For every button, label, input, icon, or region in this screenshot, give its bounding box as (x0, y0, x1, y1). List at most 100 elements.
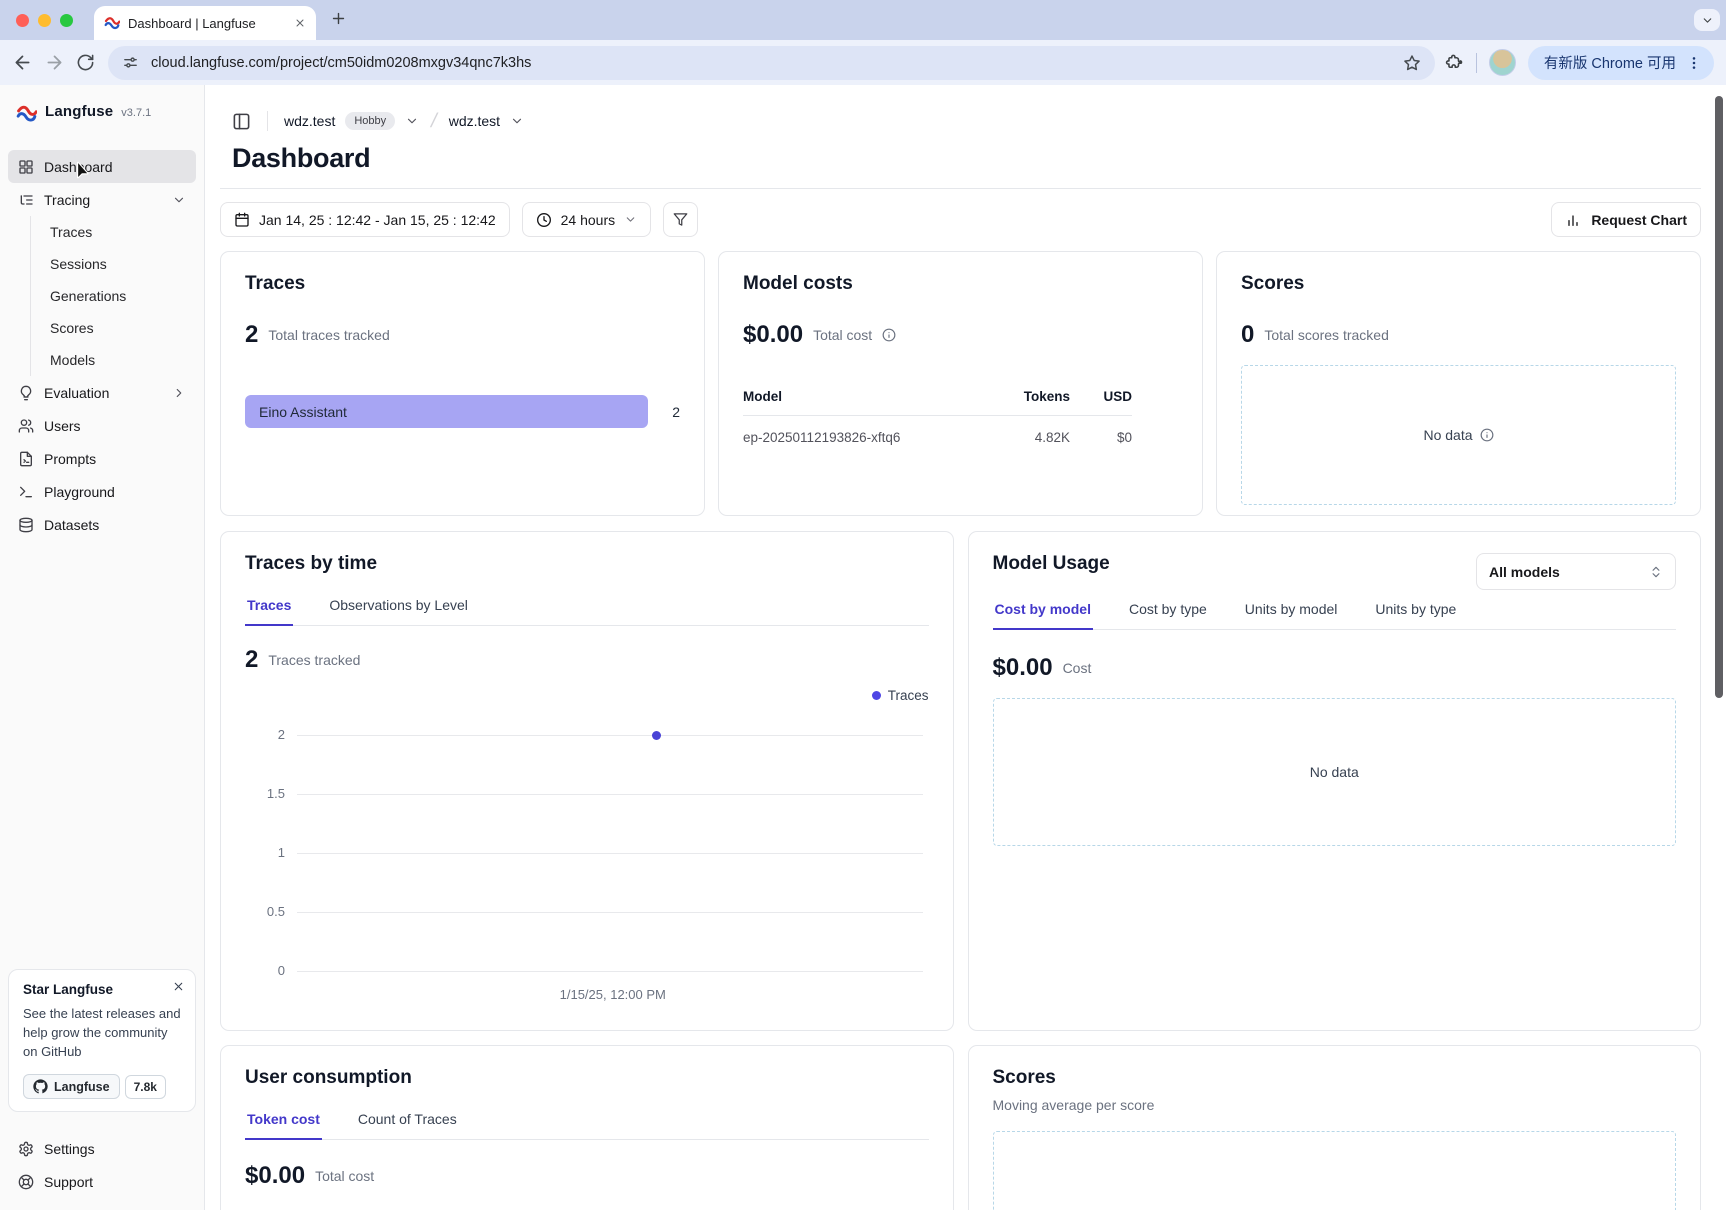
browser-tabstrip: Dashboard | Langfuse (0, 0, 1726, 40)
sidebar-item-datasets[interactable]: Datasets (8, 508, 196, 541)
back-icon[interactable] (12, 52, 34, 73)
chrome-update-button[interactable]: 有新版 Chrome 可用 (1528, 46, 1714, 80)
y-tick: 0 (245, 963, 285, 978)
stat-value: 0 (1241, 321, 1254, 349)
zoom-window-button[interactable] (60, 14, 73, 27)
sidebar-item-label: Datasets (44, 517, 99, 533)
org-name[interactable]: wdz.test (284, 113, 335, 129)
gridline (297, 853, 923, 854)
tab-units-by-type[interactable]: Units by type (1373, 592, 1458, 630)
extensions-icon[interactable] (1445, 53, 1464, 72)
browser-tab[interactable]: Dashboard | Langfuse (94, 6, 316, 40)
traces-stat: 2 Total traces tracked (245, 321, 680, 349)
plan-badge: Hobby (345, 112, 395, 130)
github-star-count[interactable]: 7.8k (125, 1075, 166, 1099)
tab-traces[interactable]: Traces (245, 588, 293, 626)
gridline (297, 971, 923, 972)
card-title: Model Usage (993, 553, 1110, 575)
reload-icon[interactable] (76, 53, 98, 72)
trace-name-label: Eino Assistant (259, 404, 347, 420)
sidebar-item-tracing[interactable]: Tracing (8, 183, 196, 216)
user-consumption-card: User consumption Token cost Count of Tra… (220, 1045, 954, 1210)
tab-search-button[interactable] (1694, 9, 1720, 31)
sidebar-item-models[interactable]: Models (31, 344, 196, 376)
chevron-down-icon[interactable] (405, 114, 419, 128)
sidebar-item-scores[interactable]: Scores (31, 312, 196, 344)
sidebar-item-label: Generations (50, 288, 126, 304)
tab-cost-by-type[interactable]: Cost by type (1127, 592, 1209, 630)
tab-cost-by-model[interactable]: Cost by model (993, 592, 1093, 630)
close-icon[interactable] (172, 980, 185, 993)
tab-token-cost[interactable]: Token cost (245, 1102, 322, 1140)
tab-observations-by-level[interactable]: Observations by Level (327, 588, 470, 626)
window-controls (16, 14, 73, 27)
new-tab-button[interactable] (330, 10, 347, 27)
url-text: cloud.langfuse.com/project/cm50idm0208mx… (151, 55, 1391, 71)
stat-value: $0.00 (993, 654, 1053, 682)
github-repo-button[interactable]: Langfuse (23, 1074, 120, 1099)
date-range-label: Jan 14, 25 : 12:42 - Jan 15, 25 : 12:42 (259, 212, 496, 228)
tab-units-by-model[interactable]: Units by model (1243, 592, 1340, 630)
sidebar-item-dashboard[interactable]: Dashboard (8, 150, 196, 183)
traces-tracked-stat: 2 Traces tracked (245, 646, 929, 674)
sidebar-item-playground[interactable]: Playground (8, 475, 196, 508)
app-shell: Langfuse v3.7.1 Dashboard Tracing Tra (0, 85, 1726, 1210)
bottom-row: User consumption Token cost Count of Tra… (220, 1045, 1701, 1210)
forward-icon[interactable] (44, 52, 66, 73)
request-chart-button[interactable]: Request Chart (1551, 202, 1701, 237)
table-header: Model Tokens USD (743, 389, 1132, 416)
sidebar-item-generations[interactable]: Generations (31, 280, 196, 312)
brand[interactable]: Langfuse v3.7.1 (8, 99, 196, 128)
page-scrollbar[interactable] (1715, 96, 1723, 698)
chevron-down-icon (172, 193, 186, 207)
tab-close-icon[interactable] (294, 17, 306, 29)
tab-count-of-traces[interactable]: Count of Traces (356, 1102, 459, 1140)
star-card-title: Star Langfuse (23, 982, 181, 997)
user-consumption-stat: $0.00 Total cost (245, 1162, 929, 1190)
filter-row: Jan 14, 25 : 12:42 - Jan 15, 25 : 12:42 … (220, 202, 1701, 237)
info-icon[interactable] (882, 328, 896, 342)
table-row[interactable]: ep-20250112193826-xftq6 4.82K $0 (743, 416, 1132, 445)
sidebar-item-label: Models (50, 352, 95, 368)
model-select[interactable]: All models (1476, 553, 1676, 590)
sidebar-item-support[interactable]: Support (8, 1165, 196, 1198)
sidebar-item-settings[interactable]: Settings (8, 1132, 196, 1165)
card-title: Traces by time (245, 553, 929, 575)
no-data-label: No data (1423, 427, 1472, 443)
scores-card: Scores 0 Total scores tracked No data (1216, 251, 1701, 516)
info-icon[interactable] (1480, 428, 1494, 442)
card-title: Scores (1241, 273, 1676, 295)
card-title: User consumption (245, 1067, 929, 1089)
time-window-select[interactable]: 24 hours (522, 202, 651, 237)
address-bar[interactable]: cloud.langfuse.com/project/cm50idm0208mx… (108, 46, 1435, 80)
profile-avatar[interactable] (1489, 49, 1516, 76)
trace-name-bar[interactable]: Eino Assistant (245, 395, 648, 428)
chevron-down-icon (624, 213, 637, 226)
summary-cards-row: Traces 2 Total traces tracked Eino Assis… (220, 251, 1701, 516)
minimize-window-button[interactable] (38, 14, 51, 27)
data-point[interactable] (652, 731, 661, 740)
sidebar-item-prompts[interactable]: Prompts (8, 442, 196, 475)
sidebar-item-evaluation[interactable]: Evaluation (8, 376, 196, 409)
cell-model: ep-20250112193826-xftq6 (743, 430, 978, 445)
y-tick: 1.5 (245, 786, 285, 801)
sidebar-footer: Settings Support (8, 1132, 196, 1198)
close-window-button[interactable] (16, 14, 29, 27)
date-range-picker[interactable]: Jan 14, 25 : 12:42 - Jan 15, 25 : 12:42 (220, 202, 510, 237)
filter-button[interactable] (663, 202, 698, 237)
project-name[interactable]: wdz.test (449, 113, 500, 129)
database-icon (18, 517, 34, 533)
sidebar-item-traces[interactable]: Traces (31, 216, 196, 248)
model-usage-stat: $0.00 Cost (993, 654, 1677, 682)
sidebar-item-sessions[interactable]: Sessions (31, 248, 196, 280)
bookmark-icon[interactable] (1403, 54, 1421, 72)
sidebar-toggle-icon[interactable] (232, 112, 251, 131)
chevron-down-icon[interactable] (510, 114, 524, 128)
trace-name-count: 2 (662, 404, 680, 420)
legend-label: Traces (888, 688, 929, 703)
sidebar-item-users[interactable]: Users (8, 409, 196, 442)
site-info-icon[interactable] (122, 54, 139, 71)
sidebar-item-label: Playground (44, 484, 115, 500)
model-costs-card: Model costs $0.00 Total cost Model Token… (718, 251, 1203, 516)
mouse-cursor (73, 160, 93, 180)
